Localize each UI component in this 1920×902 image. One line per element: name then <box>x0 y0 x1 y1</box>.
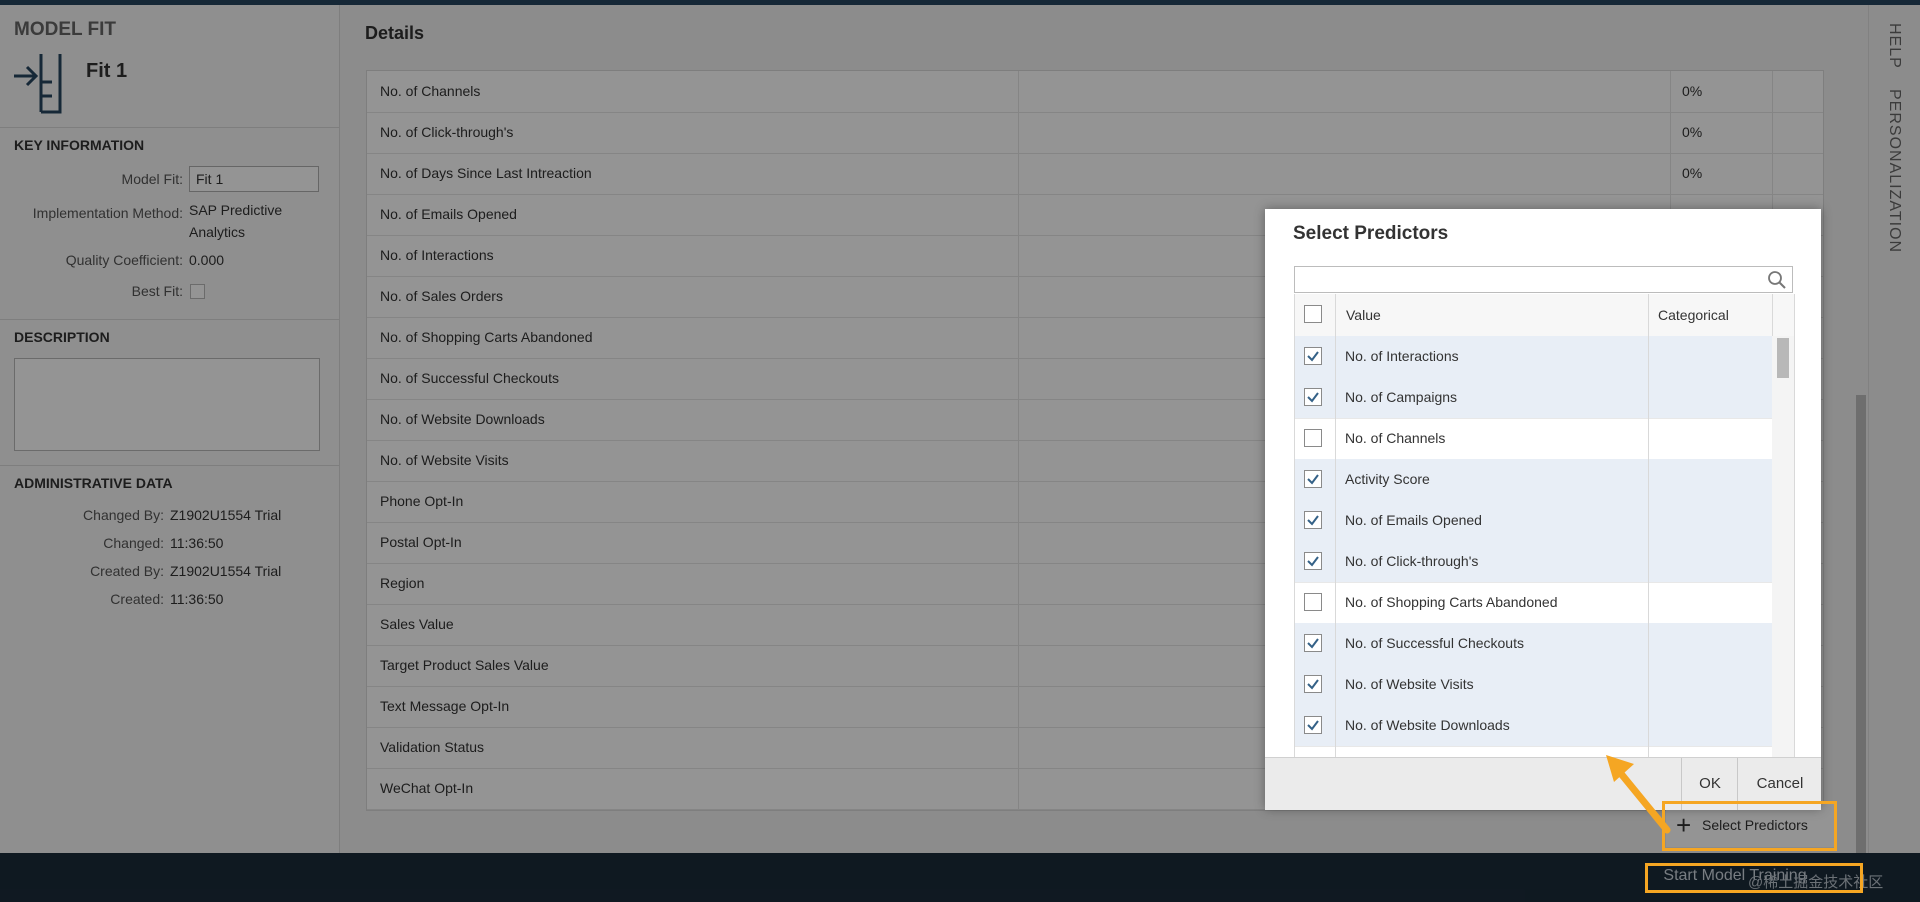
predictor-label: No. of Emails Opened <box>1345 512 1482 528</box>
pointer-arrow-icon <box>1606 755 1671 834</box>
predictors-table: Value Categorical No. of Interactions No.… <box>1294 294 1795 759</box>
predictor-row[interactable]: No. of Interactions <box>1295 336 1772 378</box>
select-all-checkbox[interactable] <box>1304 305 1322 323</box>
checkmark-icon <box>1307 638 1319 649</box>
predictor-label: No. of Campaigns <box>1345 389 1458 405</box>
predictor-checkbox[interactable] <box>1304 347 1322 365</box>
checkmark-icon <box>1307 679 1319 690</box>
predictor-row[interactable]: No. of Channels <box>1295 418 1772 460</box>
predictor-checkbox[interactable] <box>1304 593 1322 611</box>
predictor-row[interactable]: No. of Shopping Carts Abandoned <box>1295 582 1772 624</box>
predictor-label: Activity Score <box>1345 471 1430 487</box>
predictor-label: No. of Website Downloads <box>1345 717 1510 733</box>
predictor-checkbox[interactable] <box>1304 429 1322 447</box>
checkmark-icon <box>1307 515 1319 526</box>
predictor-checkbox[interactable] <box>1304 511 1322 529</box>
predictor-checkbox[interactable] <box>1304 675 1322 693</box>
predictor-checkbox[interactable] <box>1304 634 1322 652</box>
select-predictors-dialog: Select Predictors Value Categorical No. … <box>1265 209 1821 810</box>
predictor-label: No. of Channels <box>1345 430 1446 446</box>
column-header-value: Value <box>1346 307 1381 323</box>
checkmark-icon <box>1307 474 1319 485</box>
checkmark-icon <box>1307 351 1319 362</box>
checkmark-icon <box>1307 556 1319 567</box>
checkmark-icon <box>1307 392 1319 403</box>
search-input[interactable] <box>1299 270 1773 291</box>
table-header: Value Categorical <box>1295 294 1794 337</box>
predictor-row[interactable]: No. of Website Downloads <box>1295 705 1772 747</box>
predictor-row[interactable]: No. of Website Visits <box>1295 664 1772 706</box>
predictor-label: No. of Successful Checkouts <box>1345 635 1524 651</box>
dialog-scrollbar[interactable] <box>1772 336 1794 759</box>
predictor-row[interactable]: Activity Score <box>1295 459 1772 501</box>
search-icon[interactable] <box>1767 270 1787 290</box>
predictor-row[interactable]: No. of Campaigns <box>1295 377 1772 419</box>
column-divider <box>1648 294 1649 759</box>
highlight-start-training <box>1645 863 1863 893</box>
dialog-title: Select Predictors <box>1293 223 1449 244</box>
predictor-checkbox[interactable] <box>1304 470 1322 488</box>
highlight-select-predictors <box>1662 801 1837 851</box>
predictor-checkbox[interactable] <box>1304 552 1322 570</box>
search-field[interactable] <box>1294 266 1793 293</box>
column-header-categorical: Categorical <box>1658 307 1729 323</box>
predictor-row[interactable]: No. of Click-through's <box>1295 541 1772 583</box>
predictor-row[interactable]: No. of Successful Checkouts <box>1295 623 1772 665</box>
predictor-label: No. of Shopping Carts Abandoned <box>1345 594 1558 610</box>
predictor-label: No. of Click-through's <box>1345 553 1479 569</box>
column-divider <box>1335 294 1336 759</box>
predictor-label: No. of Interactions <box>1345 348 1459 364</box>
predictor-checkbox[interactable] <box>1304 716 1322 734</box>
checkmark-icon <box>1307 720 1319 731</box>
scrollbar-thumb[interactable] <box>1777 338 1789 378</box>
predictor-row[interactable]: No. of Emails Opened <box>1295 500 1772 542</box>
predictor-label: No. of Website Visits <box>1345 676 1474 692</box>
predictor-checkbox[interactable] <box>1304 388 1322 406</box>
